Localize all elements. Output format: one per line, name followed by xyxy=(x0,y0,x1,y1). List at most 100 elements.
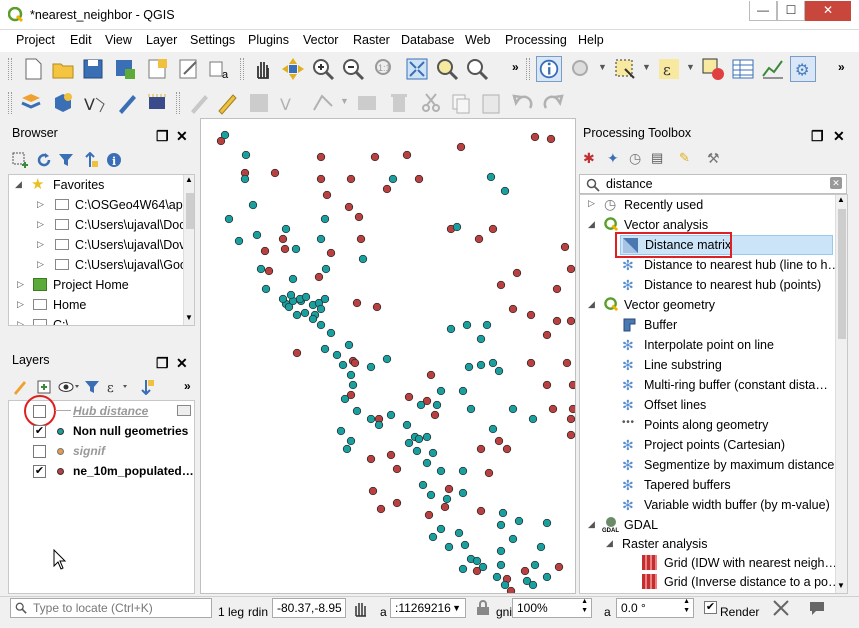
group-recently-used[interactable]: ▷ ◷ Recently used xyxy=(580,195,830,215)
toolbar-overflow-icon[interactable]: » xyxy=(512,60,519,74)
pan-icon[interactable] xyxy=(250,56,276,82)
layer-visibility-checkbox[interactable]: ✔ xyxy=(33,465,46,478)
minimize-button[interactable]: — xyxy=(749,1,777,21)
algorithm-variable-width-buffer[interactable]: ✻ Variable width buffer (by m-value) xyxy=(620,495,840,515)
group-vector-geometry[interactable]: ◢ Vector geometry xyxy=(580,295,830,315)
spin-arrows-icon[interactable]: ▲ ▼ xyxy=(581,599,588,615)
algorithm-tapered-buffers[interactable]: ✻ Tapered buffers xyxy=(620,475,840,495)
visibility-icon[interactable] xyxy=(58,379,80,395)
browser-scrollbar[interactable]: ▲ ▼ xyxy=(183,175,194,325)
algorithm-buffer[interactable]: Buffer xyxy=(620,315,840,335)
layout-manager-icon[interactable] xyxy=(176,56,202,82)
close-panel-icon[interactable]: ✕ xyxy=(176,125,188,147)
save-as-icon[interactable] xyxy=(112,56,138,82)
float-panel-icon[interactable]: ❐ xyxy=(156,125,169,147)
messages-icon[interactable] xyxy=(772,599,790,617)
dropdown-arrow-icon[interactable]: ▼ xyxy=(340,96,349,106)
identify-features-icon[interactable] xyxy=(536,56,562,82)
undo-icon[interactable] xyxy=(510,90,536,116)
algorithm-interpolate-point[interactable]: ✻ Interpolate point on line xyxy=(620,335,840,355)
subgroup-raster-analysis[interactable]: ◢ Raster analysis xyxy=(580,534,830,554)
locator-input[interactable]: Type to locate (Ctrl+K) xyxy=(10,598,212,618)
expand-arrow-icon[interactable]: ▷ xyxy=(17,299,24,310)
close-panel-icon[interactable]: ✕ xyxy=(833,125,845,147)
attribute-table-icon[interactable] xyxy=(730,56,756,82)
current-edits-icon[interactable] xyxy=(186,90,212,116)
dropdown-arrow-icon[interactable]: ▼ xyxy=(642,62,651,72)
add-layer-icon[interactable] xyxy=(12,152,28,168)
modify-attributes-icon[interactable] xyxy=(354,90,380,116)
toolbox-search-input[interactable] xyxy=(606,176,826,192)
style-panel-icon[interactable] xyxy=(12,379,28,395)
style-manager-icon[interactable]: a xyxy=(206,56,232,82)
add-group-icon[interactable] xyxy=(36,379,52,395)
algorithm-offset-lines[interactable]: ✻ Offset lines xyxy=(620,395,840,415)
edit-features-in-place-icon[interactable]: ✎ xyxy=(679,150,690,166)
expand-arrow-icon[interactable]: ▷ xyxy=(17,279,24,290)
toolbox-search-field[interactable]: ✕ xyxy=(579,174,847,194)
layer-indicator-icon[interactable] xyxy=(177,405,191,416)
new-project-icon[interactable] xyxy=(20,56,46,82)
gps-icon[interactable] xyxy=(144,90,170,116)
new-virtual-layer-icon[interactable]: V xyxy=(82,90,108,116)
filter-by-expression-icon[interactable]: ε xyxy=(106,379,130,395)
algorithm-grid-idw-nearest[interactable]: Grid (IDW with nearest neigh… xyxy=(640,553,840,573)
coordinate-field[interactable]: -80.37,-8.95 xyxy=(272,598,346,618)
menu-web[interactable]: Web xyxy=(465,33,490,47)
lock-scale-icon[interactable] xyxy=(476,600,490,616)
add-feature-icon[interactable]: V xyxy=(278,90,304,116)
browser-item-project-home[interactable]: ▷ Project Home xyxy=(9,275,182,295)
expand-arrow-icon[interactable]: ◢ xyxy=(588,519,595,530)
zoom-in-icon[interactable] xyxy=(310,56,336,82)
refresh-icon[interactable] xyxy=(36,152,52,168)
render-checkbox[interactable]: ✔ xyxy=(704,601,717,614)
expand-arrow-icon[interactable]: ◢ xyxy=(588,219,595,230)
dropdown-arrow-icon[interactable]: ▼ xyxy=(452,599,461,617)
cut-features-icon[interactable] xyxy=(418,90,444,116)
scroll-up-icon[interactable]: ▲ xyxy=(185,175,193,184)
extents-toggle-icon[interactable] xyxy=(352,600,370,618)
rotation-spinbox[interactable]: 0.0 ° ▲ ▼ xyxy=(616,598,694,618)
toggle-editing-icon[interactable] xyxy=(214,90,240,116)
expand-arrow-icon[interactable]: ◢ xyxy=(588,299,595,310)
algorithm-segmentize[interactable]: ✻ Segmentize by maximum distance xyxy=(620,455,840,475)
browser-item-folder[interactable]: ▷ C:\Users\ujaval\Goo xyxy=(9,255,187,275)
filter-legend-icon[interactable] xyxy=(84,379,100,395)
toolbar-grip[interactable] xyxy=(8,92,12,114)
magnifier-spinbox[interactable]: 100% ▲ ▼ xyxy=(512,598,592,618)
browser-item-drive[interactable]: ▷ C:\ xyxy=(9,315,182,325)
zoom-full-icon[interactable] xyxy=(404,56,430,82)
expand-arrow-icon[interactable]: ▷ xyxy=(37,239,44,250)
toolbar-grip[interactable] xyxy=(526,58,530,80)
toolbar-grip[interactable] xyxy=(8,58,12,80)
algorithm-multi-ring-buffer[interactable]: ✻ Multi-ring buffer (constant dista… xyxy=(620,375,840,395)
digitize-icon[interactable] xyxy=(114,90,140,116)
expand-arrow-icon[interactable]: ▷ xyxy=(588,198,595,209)
save-project-icon[interactable] xyxy=(80,56,106,82)
copy-features-icon[interactable] xyxy=(448,90,474,116)
menu-settings[interactable]: Settings xyxy=(190,33,235,47)
maximize-button[interactable]: ☐ xyxy=(777,1,805,21)
delete-selected-icon[interactable] xyxy=(386,90,412,116)
clear-search-icon[interactable]: ✕ xyxy=(830,177,842,189)
vertex-tool-icon[interactable] xyxy=(310,90,336,116)
browser-item-home[interactable]: ▷ Home xyxy=(9,295,182,315)
browser-item-folder[interactable]: ▷ C:\Users\ujaval\Doc xyxy=(9,215,185,235)
menu-processing[interactable]: Processing xyxy=(505,33,567,47)
zoom-to-layer-icon[interactable] xyxy=(434,56,460,82)
zoom-out-icon[interactable] xyxy=(340,56,366,82)
map-canvas[interactable] xyxy=(200,118,576,594)
filter-icon[interactable] xyxy=(58,152,74,168)
menu-raster[interactable]: Raster xyxy=(353,33,390,47)
open-project-icon[interactable] xyxy=(50,56,76,82)
expand-all-icon[interactable] xyxy=(138,379,154,395)
browser-item-folder[interactable]: ▷ C:\OSGeo4W64\app xyxy=(9,195,190,215)
algorithm-points-along-geometry[interactable]: • • • Points along geometry xyxy=(620,415,840,435)
algorithm-project-points[interactable]: ✻ Project points (Cartesian) xyxy=(620,435,840,455)
layer-visibility-checkbox[interactable] xyxy=(33,445,46,458)
menu-project[interactable]: Project xyxy=(16,33,55,47)
group-gdal[interactable]: ◢ GDAL GDAL xyxy=(580,515,830,535)
select-by-expression-icon[interactable]: ε xyxy=(656,56,682,82)
algorithm-distance-to-hub-points[interactable]: ✻ Distance to nearest hub (points) xyxy=(620,275,840,295)
save-edits-icon[interactable] xyxy=(246,90,272,116)
